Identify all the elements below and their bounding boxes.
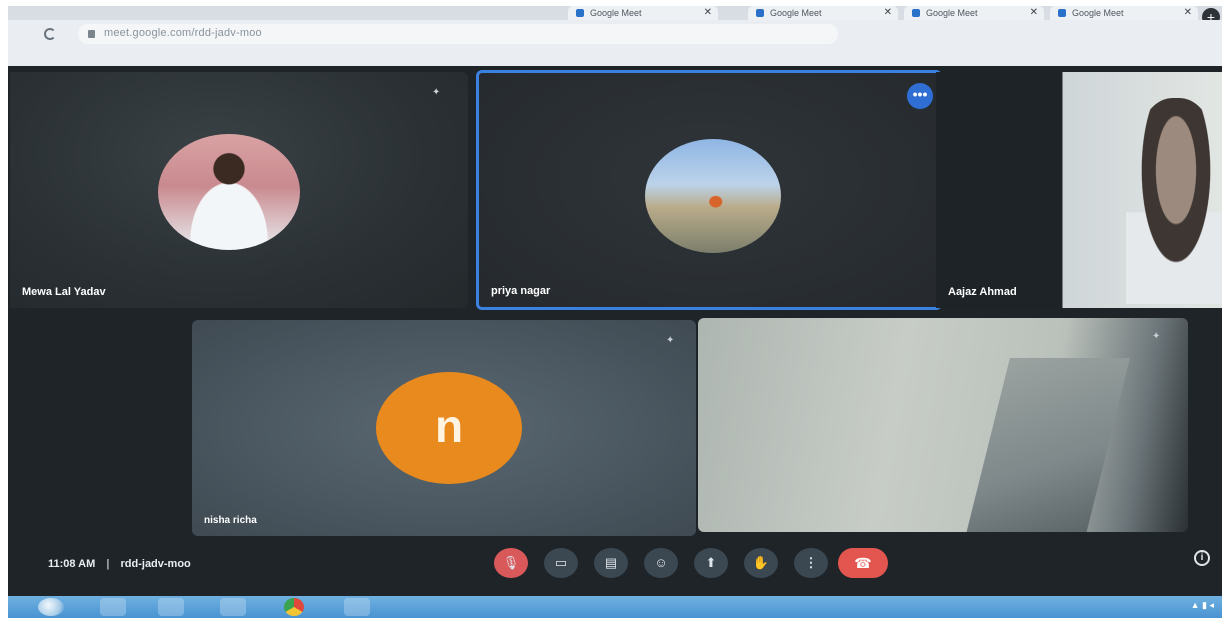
media-player-icon[interactable] <box>344 598 370 616</box>
present-icon[interactable]: ⬆ <box>694 548 728 578</box>
url-text: meet.google.com/rdd-jadv-moo <box>104 27 262 39</box>
tab-title: Google Meet <box>1072 8 1124 18</box>
captions-icon[interactable]: ▤ <box>594 548 628 578</box>
participant-tile-nisha[interactable]: ✦ n nisha richa <box>192 320 696 536</box>
participant-avatar-letter: n <box>376 372 522 484</box>
participant-name: Aajaz Ahmad <box>948 286 1017 298</box>
meet-favicon-icon <box>756 9 764 17</box>
participant-video <box>1126 98 1222 304</box>
close-tab-icon[interactable]: ✕ <box>884 6 892 20</box>
close-tab-icon[interactable]: ✕ <box>704 6 712 20</box>
participant-name: nisha richa <box>204 515 257 526</box>
meet-favicon-icon <box>576 9 584 17</box>
tile-more-options-button[interactable]: ••• <box>907 83 933 109</box>
chrome-icon[interactable] <box>284 598 304 616</box>
emoji-icon[interactable]: ☺ <box>644 548 678 578</box>
participant-tile-mewa[interactable]: ✦ Mewa Lal Yadav <box>10 72 468 308</box>
browser-tab[interactable]: Google Meet ✕ <box>1050 6 1198 20</box>
participant-name: Mewa Lal Yadav <box>22 286 106 298</box>
meeting-separator: | <box>106 558 110 570</box>
participant-avatar-photo <box>158 134 300 250</box>
close-tab-icon[interactable]: ✕ <box>1184 6 1192 20</box>
meeting-info-icon[interactable]: i <box>1194 550 1210 566</box>
participant-tile-priya[interactable]: ••• priya nagar <box>476 70 942 310</box>
meeting-details: 11:08 AM | rdd-jadv-moo <box>48 558 191 570</box>
participant-name: priya nagar <box>491 285 551 297</box>
system-tray-icon[interactable]: ▲ ▮ ◂ <box>1191 600 1214 611</box>
meet-favicon-icon <box>912 9 920 17</box>
meeting-time: 11:08 AM <box>48 558 96 570</box>
participant-tile-camera[interactable]: ✦ <box>698 318 1188 532</box>
reload-icon[interactable] <box>44 28 56 40</box>
camera-icon[interactable]: ▭ <box>544 548 578 578</box>
participant-avatar-photo <box>645 139 781 253</box>
internet-explorer-icon[interactable] <box>158 598 184 616</box>
tab-title: Google Meet <box>926 8 978 18</box>
pin-icon[interactable]: ✦ <box>432 88 442 98</box>
start-button-icon[interactable] <box>38 598 64 616</box>
taskbar: ▲ ▮ ◂ <box>8 596 1222 618</box>
browser-tab[interactable]: Google Meet ✕ <box>748 6 898 20</box>
file-explorer-icon[interactable] <box>100 598 126 616</box>
browser-tab[interactable]: Google Meet ✕ <box>568 6 718 20</box>
more-options-icon[interactable]: ⋮ <box>794 548 828 578</box>
tab-title: Google Meet <box>590 8 642 18</box>
lock-icon <box>88 30 95 38</box>
address-bar[interactable]: meet.google.com/rdd-jadv-moo <box>78 24 838 44</box>
meeting-code: rdd-jadv-moo <box>120 558 191 570</box>
raise-hand-icon[interactable]: ✋ <box>744 548 778 578</box>
tab-title: Google Meet <box>770 8 822 18</box>
pin-icon[interactable]: ✦ <box>1152 332 1162 342</box>
close-tab-icon[interactable]: ✕ <box>1030 6 1038 20</box>
leave-call-icon[interactable]: ☎ <box>838 548 888 578</box>
browser-toolbar: meet.google.com/rdd-jadv-moo <box>8 20 1222 66</box>
meet-favicon-icon <box>1058 9 1066 17</box>
browser-tab-strip: Google Meet ✕ Google Meet ✕ Google Meet … <box>8 6 1222 26</box>
participant-tile-aajaz[interactable]: Aajaz Ahmad <box>936 72 1222 308</box>
browser-tab[interactable]: Google Meet ✕ <box>904 6 1044 20</box>
screen: Google Meet ✕ Google Meet ✕ Google Meet … <box>8 6 1222 618</box>
folder-icon[interactable] <box>220 598 246 616</box>
pin-icon[interactable]: ✦ <box>666 336 676 346</box>
mic-off-icon[interactable]: 🎙 <box>494 548 528 578</box>
participant-video <box>966 358 1130 532</box>
